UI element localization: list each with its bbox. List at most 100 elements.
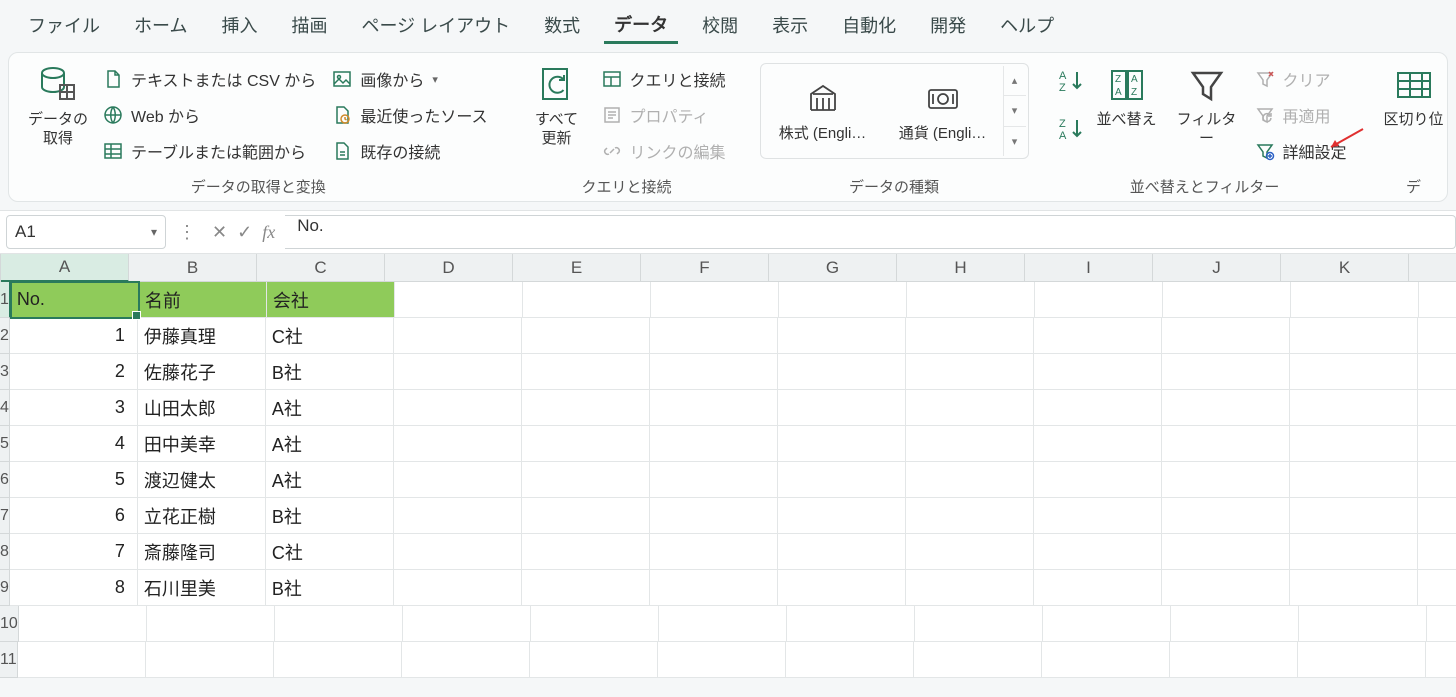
fx-menu[interactable]: ⋮ bbox=[172, 222, 202, 243]
from-web-button[interactable]: Web から bbox=[97, 99, 322, 131]
cell[interactable]: 田中美幸 bbox=[138, 426, 266, 462]
cell[interactable] bbox=[394, 570, 522, 606]
cell[interactable] bbox=[1162, 498, 1290, 534]
cell[interactable]: 石川里美 bbox=[138, 570, 266, 606]
sort-asc-button[interactable]: AZ bbox=[1057, 67, 1085, 95]
cell[interactable] bbox=[394, 534, 522, 570]
gallery-down[interactable]: ▾ bbox=[1004, 95, 1026, 125]
menu-挿入[interactable]: 挿入 bbox=[211, 8, 267, 42]
col-header-I[interactable]: I bbox=[1025, 254, 1153, 282]
cell[interactable] bbox=[1418, 534, 1456, 570]
menu-ヘルプ[interactable]: ヘルプ bbox=[990, 8, 1064, 42]
row-header-7[interactable]: 7 bbox=[0, 498, 10, 534]
cell[interactable]: 7 bbox=[10, 534, 138, 570]
text-to-columns-button[interactable]: 区切り位 bbox=[1381, 63, 1447, 132]
cell[interactable] bbox=[778, 318, 906, 354]
cell[interactable] bbox=[394, 498, 522, 534]
cell[interactable] bbox=[1418, 462, 1456, 498]
cell[interactable] bbox=[659, 606, 787, 642]
cell[interactable] bbox=[394, 426, 522, 462]
menu-ファイル[interactable]: ファイル bbox=[18, 8, 110, 42]
cell[interactable] bbox=[1162, 318, 1290, 354]
name-box[interactable]: A1 ▾ bbox=[6, 215, 166, 249]
cell[interactable] bbox=[907, 282, 1035, 318]
cell[interactable] bbox=[522, 354, 650, 390]
cell[interactable] bbox=[1291, 282, 1419, 318]
cell[interactable] bbox=[522, 426, 650, 462]
cell[interactable] bbox=[1290, 426, 1418, 462]
cell[interactable]: 名前 bbox=[139, 282, 267, 318]
cell[interactable] bbox=[906, 534, 1034, 570]
cell[interactable] bbox=[1418, 354, 1456, 390]
col-header-F[interactable]: F bbox=[641, 254, 769, 282]
cell[interactable] bbox=[915, 606, 1043, 642]
row-header-6[interactable]: 6 bbox=[0, 462, 10, 498]
cancel-icon[interactable]: ✕ bbox=[212, 222, 227, 243]
recent-sources-button[interactable]: 最近使ったソース bbox=[326, 99, 493, 131]
cell[interactable] bbox=[402, 642, 530, 678]
col-header-B[interactable]: B bbox=[129, 254, 257, 282]
cell[interactable] bbox=[1162, 570, 1290, 606]
cell[interactable] bbox=[1162, 426, 1290, 462]
menu-データ[interactable]: データ bbox=[604, 7, 678, 44]
cell[interactable] bbox=[146, 642, 274, 678]
menu-表示[interactable]: 表示 bbox=[762, 8, 818, 42]
row-header-5[interactable]: 5 bbox=[0, 426, 10, 462]
cell[interactable]: 5 bbox=[10, 462, 138, 498]
cell[interactable] bbox=[778, 498, 906, 534]
cell[interactable] bbox=[530, 642, 658, 678]
cell[interactable]: 1 bbox=[10, 318, 138, 354]
cell[interactable]: 山田太郎 bbox=[138, 390, 266, 426]
cell[interactable]: 3 bbox=[10, 390, 138, 426]
select-all-corner[interactable] bbox=[0, 254, 1, 282]
menu-開発[interactable]: 開発 bbox=[920, 8, 976, 42]
cell[interactable] bbox=[786, 642, 914, 678]
col-header-L[interactable]: L bbox=[1409, 254, 1456, 282]
cell[interactable] bbox=[1290, 390, 1418, 426]
cell[interactable]: C社 bbox=[266, 318, 394, 354]
cell[interactable] bbox=[1426, 642, 1456, 678]
cell[interactable] bbox=[779, 282, 907, 318]
cell[interactable]: 2 bbox=[10, 354, 138, 390]
cell[interactable] bbox=[1042, 642, 1170, 678]
cell[interactable] bbox=[1034, 462, 1162, 498]
filter-button[interactable]: フィルター bbox=[1169, 63, 1245, 151]
cell[interactable] bbox=[914, 642, 1042, 678]
from-csv-button[interactable]: テキストまたは CSV から bbox=[97, 63, 322, 95]
cell[interactable] bbox=[1427, 606, 1456, 642]
col-header-H[interactable]: H bbox=[897, 254, 1025, 282]
gallery-more[interactable]: ▾ bbox=[1004, 126, 1026, 156]
cell[interactable] bbox=[1419, 282, 1456, 318]
cell[interactable] bbox=[1043, 606, 1171, 642]
cell[interactable] bbox=[650, 426, 778, 462]
row-header-9[interactable]: 9 bbox=[0, 570, 10, 606]
cell[interactable] bbox=[1034, 426, 1162, 462]
cell[interactable] bbox=[650, 498, 778, 534]
cell[interactable] bbox=[522, 570, 650, 606]
cell[interactable] bbox=[395, 282, 523, 318]
confirm-icon[interactable]: ✓ bbox=[237, 222, 252, 243]
cell[interactable]: C社 bbox=[266, 534, 394, 570]
cell[interactable] bbox=[1162, 534, 1290, 570]
cell[interactable] bbox=[778, 462, 906, 498]
cell[interactable]: 渡辺健太 bbox=[138, 462, 266, 498]
cell[interactable] bbox=[394, 462, 522, 498]
cell[interactable]: B社 bbox=[266, 498, 394, 534]
cell[interactable] bbox=[650, 318, 778, 354]
cell[interactable] bbox=[1299, 606, 1427, 642]
cell[interactable] bbox=[1163, 282, 1291, 318]
cell[interactable] bbox=[1418, 498, 1456, 534]
cell[interactable] bbox=[1298, 642, 1426, 678]
cell[interactable] bbox=[274, 642, 402, 678]
row-header-1[interactable]: 1 bbox=[0, 282, 11, 318]
cell[interactable] bbox=[778, 354, 906, 390]
cell[interactable] bbox=[650, 390, 778, 426]
formula-input[interactable]: No. bbox=[285, 215, 1456, 249]
col-header-D[interactable]: D bbox=[385, 254, 513, 282]
cell[interactable]: A社 bbox=[266, 390, 394, 426]
row-header-2[interactable]: 2 bbox=[0, 318, 10, 354]
cell[interactable]: 8 bbox=[10, 570, 138, 606]
queries-conn-button[interactable]: クエリと接続 bbox=[596, 63, 732, 95]
cell[interactable] bbox=[1290, 498, 1418, 534]
cell[interactable] bbox=[522, 534, 650, 570]
